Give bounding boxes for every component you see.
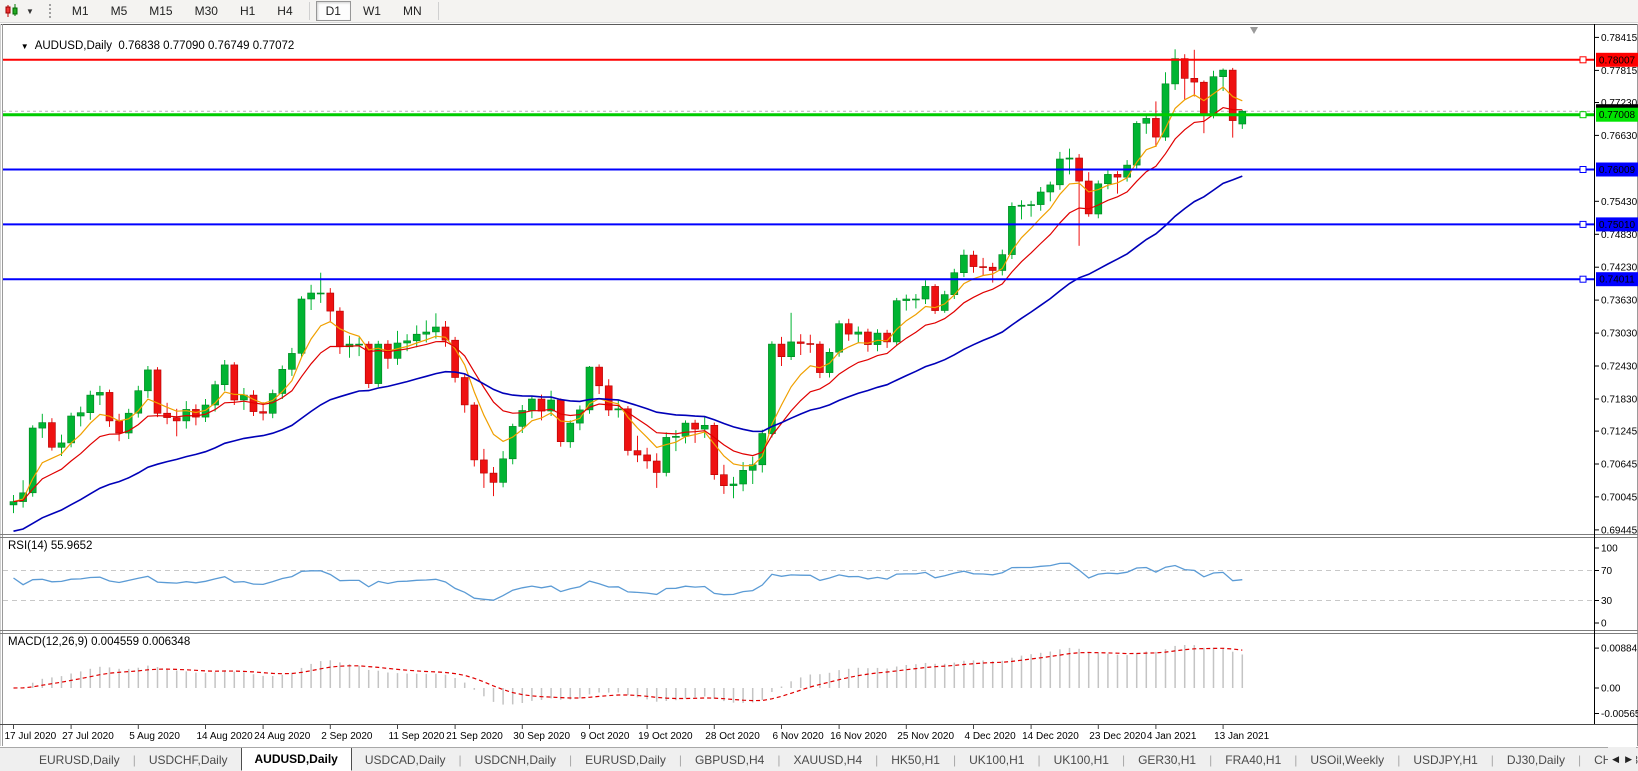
tab-uk100-h1[interactable]: UK100,H1 xyxy=(956,748,1037,771)
svg-text:-0.00565: -0.00565 xyxy=(1601,709,1638,720)
svg-text:16 Nov 2020: 16 Nov 2020 xyxy=(830,731,887,742)
svg-text:0: 0 xyxy=(1601,619,1607,630)
svg-text:0.74011: 0.74011 xyxy=(1599,275,1635,286)
tab-eurusd-daily[interactable]: EURUSD,Daily xyxy=(572,748,679,771)
svg-text:70: 70 xyxy=(1601,566,1613,577)
chart-background xyxy=(0,24,1638,746)
chart-tab-bar: EURUSD,Daily | USDCHF,Daily AUDUSD,Daily USD… xyxy=(0,747,1638,771)
tab-usdjpy-h1[interactable]: USDJPY,H1 xyxy=(1400,748,1490,771)
svg-text:14 Dec 2020: 14 Dec 2020 xyxy=(1022,731,1079,742)
svg-text:0.00884: 0.00884 xyxy=(1601,644,1638,655)
svg-text:0.76009: 0.76009 xyxy=(1599,165,1636,176)
tab-gbpusd-h4[interactable]: GBPUSD,H4 xyxy=(682,748,777,771)
svg-text:0.74830: 0.74830 xyxy=(1601,230,1638,241)
svg-text:17 Jul 2020: 17 Jul 2020 xyxy=(5,731,57,742)
svg-text:0.78007: 0.78007 xyxy=(1599,55,1636,66)
svg-text:4 Dec 2020: 4 Dec 2020 xyxy=(965,731,1017,742)
tab-fra40-h1[interactable]: FRA40,H1 xyxy=(1212,748,1294,771)
tab-uk100-h1[interactable]: UK100,H1 xyxy=(1041,748,1122,771)
tab-scroll-right-icon[interactable]: ▶ xyxy=(1625,754,1632,765)
ohlc-quote: 0.76838 0.77090 0.76749 0.77072 xyxy=(118,40,295,52)
svg-text:27 Jul 2020: 27 Jul 2020 xyxy=(62,731,114,742)
svg-text:0.71245: 0.71245 xyxy=(1601,427,1638,438)
svg-text:0.77815: 0.77815 xyxy=(1601,66,1638,77)
tab-dj30-daily[interactable]: DJ30,Daily xyxy=(1494,748,1578,771)
tab-eurusd-daily[interactable]: EURUSD,Daily xyxy=(26,748,133,771)
hline-handle[interactable] xyxy=(1579,275,1587,283)
svg-text:24 Aug 2020: 24 Aug 2020 xyxy=(254,731,311,742)
svg-text:0.75010: 0.75010 xyxy=(1599,220,1636,231)
chart-title-bar: ▼ AUDUSD,Daily 0.76838 0.77090 0.76749 0.… xyxy=(8,28,295,64)
svg-text:30: 30 xyxy=(1601,596,1613,607)
tab-hk50-h1[interactable]: HK50,H1 xyxy=(878,748,953,771)
svg-text:0.71830: 0.71830 xyxy=(1601,395,1638,406)
tab-usdcad-daily[interactable]: USDCAD,Daily xyxy=(352,748,459,771)
rsi-indicator-label: RSI(14) 55.9652 xyxy=(8,540,93,552)
svg-text:0.69445: 0.69445 xyxy=(1601,525,1638,536)
price-axis: 0.784150.778150.772300.766300.754300.748… xyxy=(1594,33,1638,536)
tab-audusd-daily[interactable]: AUDUSD,Daily xyxy=(240,748,352,771)
tab-usoil-weekly[interactable]: USOil,Weekly xyxy=(1297,748,1397,771)
svg-text:0.70045: 0.70045 xyxy=(1601,492,1638,503)
svg-text:28 Oct 2020: 28 Oct 2020 xyxy=(705,731,760,742)
svg-text:0.78415: 0.78415 xyxy=(1601,33,1638,44)
collapse-toggle-icon[interactable]: ▼ xyxy=(21,42,29,51)
svg-text:0.73630: 0.73630 xyxy=(1601,296,1638,307)
svg-text:0.74230: 0.74230 xyxy=(1601,263,1638,274)
tab-scroll-left-icon[interactable]: ◀ xyxy=(1612,754,1619,765)
svg-text:0.77008: 0.77008 xyxy=(1599,110,1636,121)
svg-text:5 Aug 2020: 5 Aug 2020 xyxy=(129,731,180,742)
macd-indicator-label: MACD(12,26,9) 0.004559 0.006348 xyxy=(8,636,191,648)
svg-text:11 Sep 2020: 11 Sep 2020 xyxy=(389,731,445,742)
tab-scroll-arrows: ◀ ▶ xyxy=(1608,747,1636,771)
svg-text:14 Aug 2020: 14 Aug 2020 xyxy=(197,731,254,742)
hline-handle[interactable] xyxy=(1579,166,1587,173)
svg-text:4 Jan 2021: 4 Jan 2021 xyxy=(1147,731,1197,742)
tab-usdchf-daily[interactable]: USDCHF,Daily xyxy=(136,748,241,771)
tab-xauusd-h4[interactable]: XAUUSD,H4 xyxy=(780,748,875,771)
svg-text:13 Jan 2021: 13 Jan 2021 xyxy=(1214,731,1269,742)
chart-window: 0.78415 0.77815 0.77230 0.76630 0.75430 0.748… xyxy=(0,23,1638,747)
tab-usdcnh-daily[interactable]: USDCNH,Daily xyxy=(462,748,569,771)
hline-handle[interactable] xyxy=(1579,220,1587,228)
hline-handle[interactable] xyxy=(1579,111,1587,119)
svg-text:6 Nov 2020: 6 Nov 2020 xyxy=(773,731,825,742)
svg-text:19 Oct 2020: 19 Oct 2020 xyxy=(638,731,693,742)
svg-text:23 Dec 2020: 23 Dec 2020 xyxy=(1089,731,1146,742)
svg-text:0.76630: 0.76630 xyxy=(1601,131,1638,142)
svg-text:2 Sep 2020: 2 Sep 2020 xyxy=(321,731,373,742)
chart-canvas[interactable]: 0.784150.778150.772300.766300.754300.748… xyxy=(0,0,1638,771)
svg-text:9 Oct 2020: 9 Oct 2020 xyxy=(581,731,630,742)
svg-text:0.00: 0.00 xyxy=(1601,684,1621,695)
chart-symbol-title: AUDUSD,Daily xyxy=(34,40,113,52)
svg-text:0.75430: 0.75430 xyxy=(1601,197,1638,208)
svg-text:0.72430: 0.72430 xyxy=(1601,362,1638,373)
svg-text:0.73030: 0.73030 xyxy=(1601,329,1638,340)
tab-ger30-h1[interactable]: GER30,H1 xyxy=(1125,748,1209,771)
svg-text:21 Sep 2020: 21 Sep 2020 xyxy=(446,731,503,742)
svg-text:100: 100 xyxy=(1601,544,1618,555)
svg-text:0.70645: 0.70645 xyxy=(1601,460,1638,471)
hline-handle[interactable] xyxy=(1579,56,1587,64)
svg-text:25 Nov 2020: 25 Nov 2020 xyxy=(897,731,954,742)
svg-text:30 Sep 2020: 30 Sep 2020 xyxy=(513,731,570,742)
